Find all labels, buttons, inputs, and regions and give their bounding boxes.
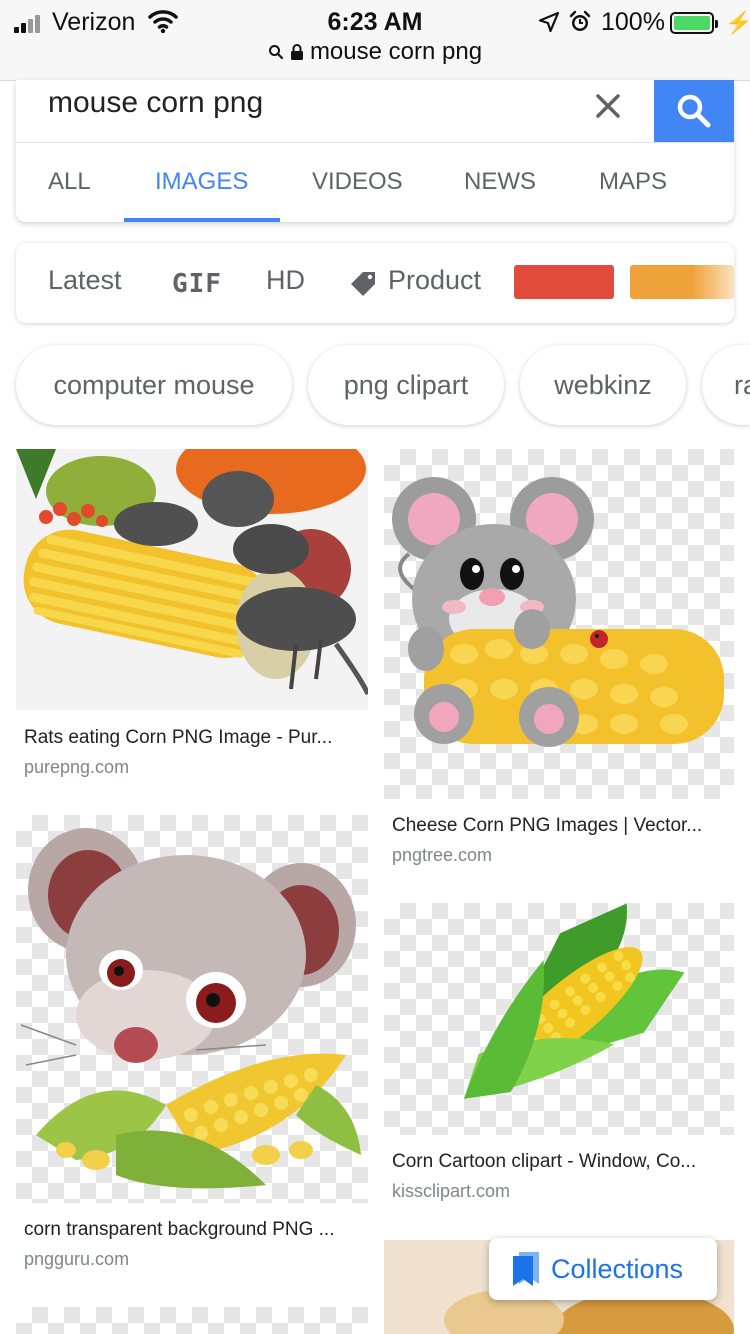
active-tab-indicator	[124, 218, 280, 222]
close-icon	[596, 94, 620, 118]
collections-label: Collections	[551, 1253, 684, 1284]
result-thumbnail[interactable]	[16, 815, 368, 1203]
result-title[interactable]: Rats eating Corn PNG Image - Pur...	[24, 727, 354, 749]
suggestion-label: ra	[734, 369, 750, 400]
search-button[interactable]	[654, 80, 734, 142]
suggestion-label: computer mouse	[53, 369, 255, 400]
result-source: pngtree.com	[392, 845, 493, 865]
location-icon	[538, 11, 560, 33]
tab-videos[interactable]: VIDEOS	[312, 168, 403, 196]
tab-images[interactable]: IMAGES	[155, 168, 248, 196]
result-thumbnail[interactable]	[16, 1307, 368, 1334]
divider	[16, 142, 734, 143]
charging-icon: ⚡	[725, 10, 750, 35]
image-result[interactable]: Rats eating Corn PNG Image - Pur... pure…	[16, 449, 368, 789]
url-text: mouse corn png	[309, 38, 483, 65]
status-bar: Verizon 6:23 AM 100% ⚡ mouse corn png	[0, 0, 750, 81]
filter-latest[interactable]: Latest	[48, 265, 122, 296]
search-icon	[677, 94, 711, 128]
battery-percent: 100%	[601, 8, 665, 36]
battery-icon	[670, 12, 718, 34]
rats-corn-image	[16, 449, 368, 710]
result-thumbnail[interactable]	[384, 449, 734, 799]
suggestion-chip[interactable]: png clipart	[308, 345, 504, 425]
tab-maps[interactable]: MAPS	[599, 168, 667, 196]
filter-bar: Latest GIF HD Product	[16, 243, 734, 323]
filter-gif[interactable]: GIF	[172, 269, 222, 299]
image-result[interactable]: corn transparent background PNG ... pngg…	[16, 815, 368, 1285]
corn-cartoon-image	[464, 903, 685, 1099]
suggestion-chip[interactable]: ra	[702, 345, 750, 425]
cartoon-mouse-corn-image	[392, 477, 724, 747]
search-icon	[268, 45, 284, 60]
result-title[interactable]: corn transparent background PNG ...	[24, 1219, 354, 1241]
tab-news[interactable]: NEWS	[464, 168, 536, 196]
alarm-icon	[569, 10, 591, 31]
filter-hd[interactable]: HD	[266, 265, 305, 296]
image-result[interactable]: Corn Cartoon clipart - Window, Co... kis…	[384, 903, 734, 1213]
color-filter-orange[interactable]	[630, 265, 734, 299]
result-source: kissclipart.com	[392, 1181, 511, 1201]
result-source: purepng.com	[24, 757, 130, 777]
suggestion-label: png clipart	[343, 369, 469, 400]
result-source: pngguru.com	[24, 1249, 130, 1269]
address-bar[interactable]: mouse corn png	[0, 38, 750, 72]
tag-icon	[351, 272, 375, 296]
image-result[interactable]: Cheese Corn PNG Images | Vector... pngtr…	[384, 449, 734, 879]
collections-button[interactable]: Collections	[489, 1238, 717, 1300]
bookmarks-icon	[513, 1252, 539, 1286]
suggestion-chip[interactable]: webkinz	[520, 345, 686, 425]
result-thumbnail[interactable]	[16, 449, 368, 710]
color-filter-red[interactable]	[514, 265, 614, 299]
tab-all[interactable]: ALL	[48, 168, 91, 196]
lock-icon	[290, 44, 303, 60]
filter-product[interactable]: Product	[388, 265, 481, 296]
mouse-eating-corn-image	[20, 828, 361, 1189]
search-input[interactable]: mouse corn png	[48, 86, 263, 120]
clear-search-button[interactable]	[586, 84, 630, 128]
result-title[interactable]: Corn Cartoon clipart - Window, Co...	[392, 1151, 720, 1173]
suggestion-label: webkinz	[554, 369, 652, 400]
search-card: mouse corn png ALL IMAGES VIDEOS NEWS MA…	[16, 80, 734, 222]
result-thumbnail[interactable]	[384, 903, 734, 1135]
result-title[interactable]: Cheese Corn PNG Images | Vector...	[392, 815, 720, 837]
suggestion-chip[interactable]: computer mouse	[16, 345, 292, 425]
